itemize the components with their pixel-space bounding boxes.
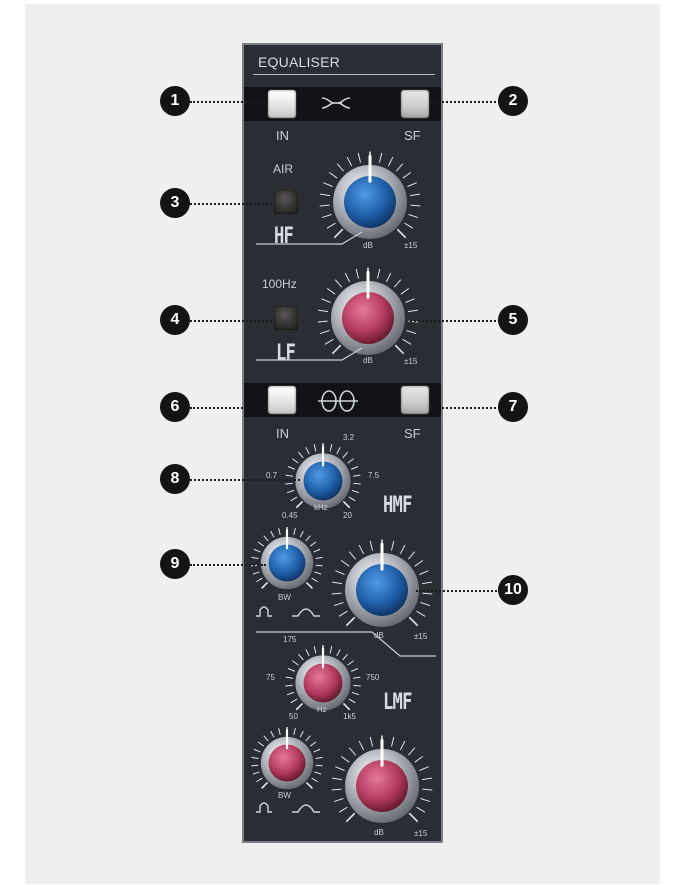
hf-lf-in-button[interactable]: [268, 90, 296, 118]
lmf-gain-knob[interactable]: [330, 734, 434, 838]
hf-range-label: ±15: [404, 241, 418, 250]
title-underline: [253, 74, 435, 75]
hmf-freq-tick: 7.5: [368, 471, 380, 480]
callout-leader: [190, 101, 266, 103]
callout-leader: [190, 203, 272, 205]
callout-leader: [190, 320, 272, 322]
lmf-bandwidth-shape-icons: [256, 802, 320, 813]
lmf-freq-tick: 750: [366, 673, 380, 682]
callout-leader: [190, 564, 266, 566]
callout-badge: 7: [498, 392, 528, 422]
callout-leader: [416, 590, 500, 592]
lmf-freq-tick: 1k5: [343, 712, 356, 721]
lf-range-label: ±15: [404, 357, 418, 366]
hmf-freq-unit: kHz: [314, 503, 328, 512]
callout-badge: 10: [498, 575, 528, 605]
bandwidth-shape-icons: [256, 606, 320, 617]
hmf-bandwidth-knob[interactable]: [250, 526, 324, 600]
lmf-freq-tick: 50: [289, 712, 298, 721]
mid-in-label: IN: [276, 426, 289, 441]
callout-badge: 9: [160, 549, 190, 579]
hmf-freq-tick: 3.2: [343, 433, 355, 442]
lf-divider-line: [256, 347, 363, 361]
callout-leader: [190, 407, 266, 409]
hmf-label: HMF: [383, 493, 412, 518]
mid-sf-label: SF: [404, 426, 421, 441]
callout-badge: 8: [160, 464, 190, 494]
callout-badge: 4: [160, 305, 190, 335]
in-label: IN: [276, 128, 289, 143]
callout-badge: 2: [498, 86, 528, 116]
callout-badge: 1: [160, 86, 190, 116]
lmf-freq-tick: 175: [283, 635, 297, 644]
highpass-lowpass-filter-icon: [321, 97, 351, 109]
callout-badge: 5: [498, 305, 528, 335]
hmf-bw-label: BW: [278, 593, 291, 602]
sf-label: SF: [404, 128, 421, 143]
lf-100hz-button[interactable]: [274, 306, 298, 330]
hz100-label: 100Hz: [262, 277, 297, 291]
callout-leader: [430, 101, 500, 103]
callout-leader: [410, 320, 500, 322]
callout-badge: 6: [160, 392, 190, 422]
callout-leader: [190, 479, 300, 481]
lmf-bandwidth-knob[interactable]: [250, 726, 324, 800]
lmf-db-label: dB: [374, 828, 384, 837]
lmf-freq-unit: Hz: [317, 705, 327, 714]
lmf-freq-tick: 75: [266, 673, 275, 682]
mid-in-button[interactable]: [268, 386, 296, 414]
lmf-label: LMF: [383, 690, 412, 715]
air-label: AIR: [273, 162, 294, 176]
hmf-freq-tick: 20: [343, 511, 352, 520]
mid-sf-button[interactable]: [401, 386, 429, 414]
callout-badge: 3: [160, 188, 190, 218]
air-button[interactable]: [274, 190, 298, 214]
hmf-freq-tick: 0.45: [282, 511, 298, 520]
hf-divider-line: [256, 231, 363, 245]
bell-filter-icon: [318, 390, 358, 412]
hf-lf-sf-button[interactable]: [401, 90, 429, 118]
lmf-range-label: ±15: [414, 829, 428, 838]
panel-title: EQUALISER: [258, 54, 340, 70]
callout-leader: [430, 407, 500, 409]
